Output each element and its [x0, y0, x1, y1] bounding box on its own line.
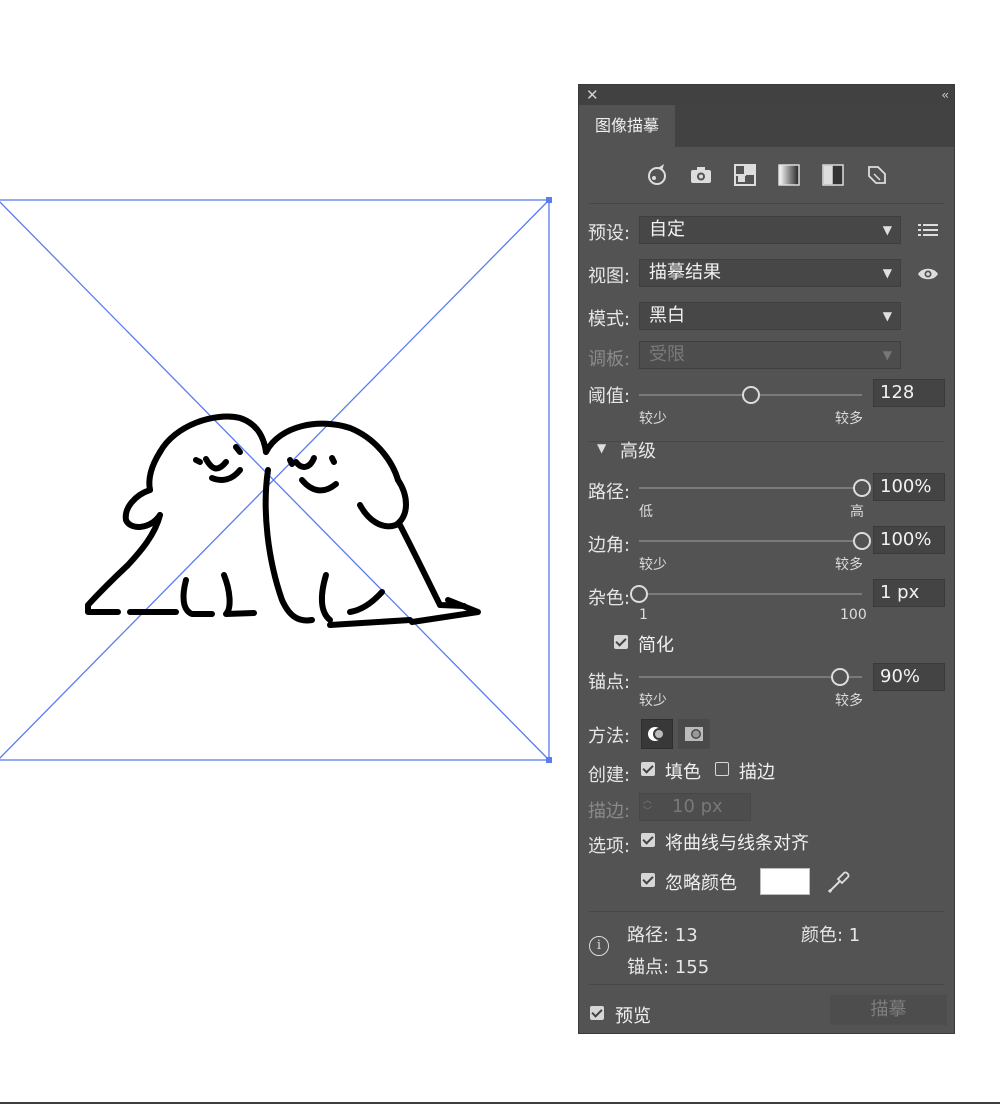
- paths-min-label: 低: [639, 504, 653, 520]
- grayscale-icon[interactable]: [775, 161, 803, 189]
- fill-checkbox[interactable]: [641, 762, 655, 776]
- black-white-icon[interactable]: [819, 161, 847, 189]
- view-dropdown[interactable]: 描摹结果 ▼: [639, 259, 901, 287]
- advanced-section-label[interactable]: 高级: [620, 437, 656, 463]
- create-label: 创建:: [588, 765, 631, 786]
- anchors-slider[interactable]: [639, 668, 862, 686]
- threshold-min-label: 较少: [639, 411, 667, 427]
- disclosure-triangle-icon[interactable]: ▼: [597, 441, 606, 455]
- threshold-input[interactable]: 128: [873, 379, 945, 407]
- outline-icon[interactable]: [863, 161, 891, 189]
- stroke-create-label: 描边: [739, 762, 775, 783]
- preset-menu-icon[interactable]: [915, 218, 941, 242]
- palette-value: 受限: [649, 344, 685, 365]
- threshold-slider-knob[interactable]: [741, 386, 760, 404]
- collapse-icon[interactable]: ‹‹: [941, 86, 948, 104]
- paths-slider[interactable]: [639, 479, 871, 497]
- noise-slider-knob[interactable]: [630, 585, 648, 603]
- chevron-down-icon: ▼: [882, 348, 892, 362]
- ignore-color-checkbox[interactable]: [641, 873, 655, 887]
- abutting-method-button[interactable]: [641, 719, 673, 749]
- anchors-min-label: 较少: [639, 693, 667, 709]
- stroke-width-label: 描边:: [588, 801, 631, 822]
- divider: [589, 984, 945, 985]
- mode-label: 模式:: [588, 309, 631, 330]
- overlapping-method-button[interactable]: [678, 719, 710, 749]
- paths-input[interactable]: 100%: [873, 473, 945, 501]
- threshold-label: 阈值:: [588, 386, 631, 407]
- corners-min-label: 较少: [639, 557, 667, 573]
- corners-slider[interactable]: [639, 532, 871, 550]
- preset-label: 预设:: [588, 223, 631, 244]
- trace-button[interactable]: 描摹: [830, 995, 947, 1025]
- ignore-color-label: 忽略颜色: [665, 873, 737, 894]
- panel-tab-strip: 图像描摹: [579, 105, 954, 147]
- threshold-slider[interactable]: [639, 386, 862, 404]
- divider: [589, 911, 945, 912]
- snap-curves-label: 将曲线与线条对齐: [665, 833, 809, 854]
- threshold-max-label: 较多: [835, 411, 863, 427]
- placed-image-selection[interactable]: [0, 199, 550, 761]
- anchors-count: 锚点: 155: [627, 957, 710, 978]
- auto-color-icon[interactable]: [643, 161, 671, 189]
- mode-value: 黑白: [649, 305, 685, 326]
- snap-curves-checkbox[interactable]: [641, 833, 655, 847]
- ignore-color-swatch[interactable]: [760, 868, 810, 895]
- view-value: 描摹结果: [649, 262, 721, 283]
- preview-checkbox[interactable]: [590, 1006, 604, 1020]
- noise-input[interactable]: 1 px: [873, 579, 945, 607]
- stroke-width-spinner: ︿ ﹀ 10 px: [639, 793, 751, 821]
- preset-value: 自定: [649, 219, 685, 240]
- info-icon: i: [589, 936, 609, 956]
- chevron-down-icon: ▼: [882, 266, 892, 280]
- image-trace-panel: ✕ ‹‹ 图像描摹 预设: 自定 ▼ 视图: 描摹结果 ▼ 模式: 黑白 ▼ 调…: [578, 84, 955, 1034]
- eyedropper-icon[interactable]: [825, 868, 853, 896]
- noise-label: 杂色:: [588, 588, 631, 609]
- anchors-slider-knob[interactable]: [830, 668, 849, 686]
- stroke-checkbox[interactable]: [715, 762, 729, 776]
- panel-title-bar[interactable]: ✕ ‹‹: [579, 85, 954, 105]
- close-icon[interactable]: ✕: [586, 86, 599, 104]
- preset-icon-row: [579, 161, 954, 191]
- corners-label: 边角:: [588, 535, 631, 556]
- noise-max-label: 100: [840, 607, 867, 623]
- paths-max-label: 高: [850, 504, 864, 520]
- paths-count: 路径: 13: [627, 925, 698, 946]
- mode-dropdown[interactable]: 黑白 ▼: [639, 302, 901, 330]
- camera-icon[interactable]: [687, 161, 715, 189]
- paths-label: 路径:: [588, 482, 631, 503]
- fill-label: 填色: [665, 762, 701, 783]
- view-label: 视图:: [588, 266, 631, 287]
- selection-handle[interactable]: [546, 757, 552, 763]
- noise-slider[interactable]: [630, 585, 862, 603]
- divider: [589, 203, 945, 204]
- chevron-down-icon: ▼: [882, 309, 892, 323]
- corners-max-label: 较多: [835, 557, 863, 573]
- colors-count: 颜色: 1: [801, 925, 861, 946]
- method-label: 方法:: [588, 726, 631, 747]
- eye-icon[interactable]: [915, 262, 941, 286]
- options-label: 选项:: [588, 836, 631, 857]
- tab-image-trace[interactable]: 图像描摹: [579, 105, 675, 147]
- chevron-down-icon: ▼: [882, 223, 892, 237]
- anchors-label: 锚点:: [588, 672, 631, 693]
- paths-slider-knob[interactable]: [853, 479, 871, 497]
- window-bottom-edge: [0, 1102, 1000, 1104]
- noise-min-label: 1: [639, 607, 648, 623]
- selection-handle[interactable]: [546, 197, 552, 203]
- simplify-checkbox[interactable]: [614, 635, 628, 649]
- anchors-input[interactable]: 90%: [873, 663, 945, 691]
- palette-label: 调板:: [588, 349, 631, 370]
- corners-slider-knob[interactable]: [853, 532, 871, 550]
- stroke-width-value: 10 px: [672, 796, 723, 817]
- dogs-artwork: [85, 413, 481, 628]
- stepper-arrows-icon: ︿ ﹀: [643, 796, 653, 817]
- simplify-label: 简化: [638, 635, 674, 656]
- preview-label: 预览: [615, 1006, 651, 1027]
- anchors-max-label: 较多: [835, 693, 863, 709]
- low-color-icon[interactable]: [731, 161, 759, 189]
- palette-dropdown: 受限 ▼: [639, 341, 901, 369]
- preset-dropdown[interactable]: 自定 ▼: [639, 216, 901, 244]
- corners-input[interactable]: 100%: [873, 526, 945, 554]
